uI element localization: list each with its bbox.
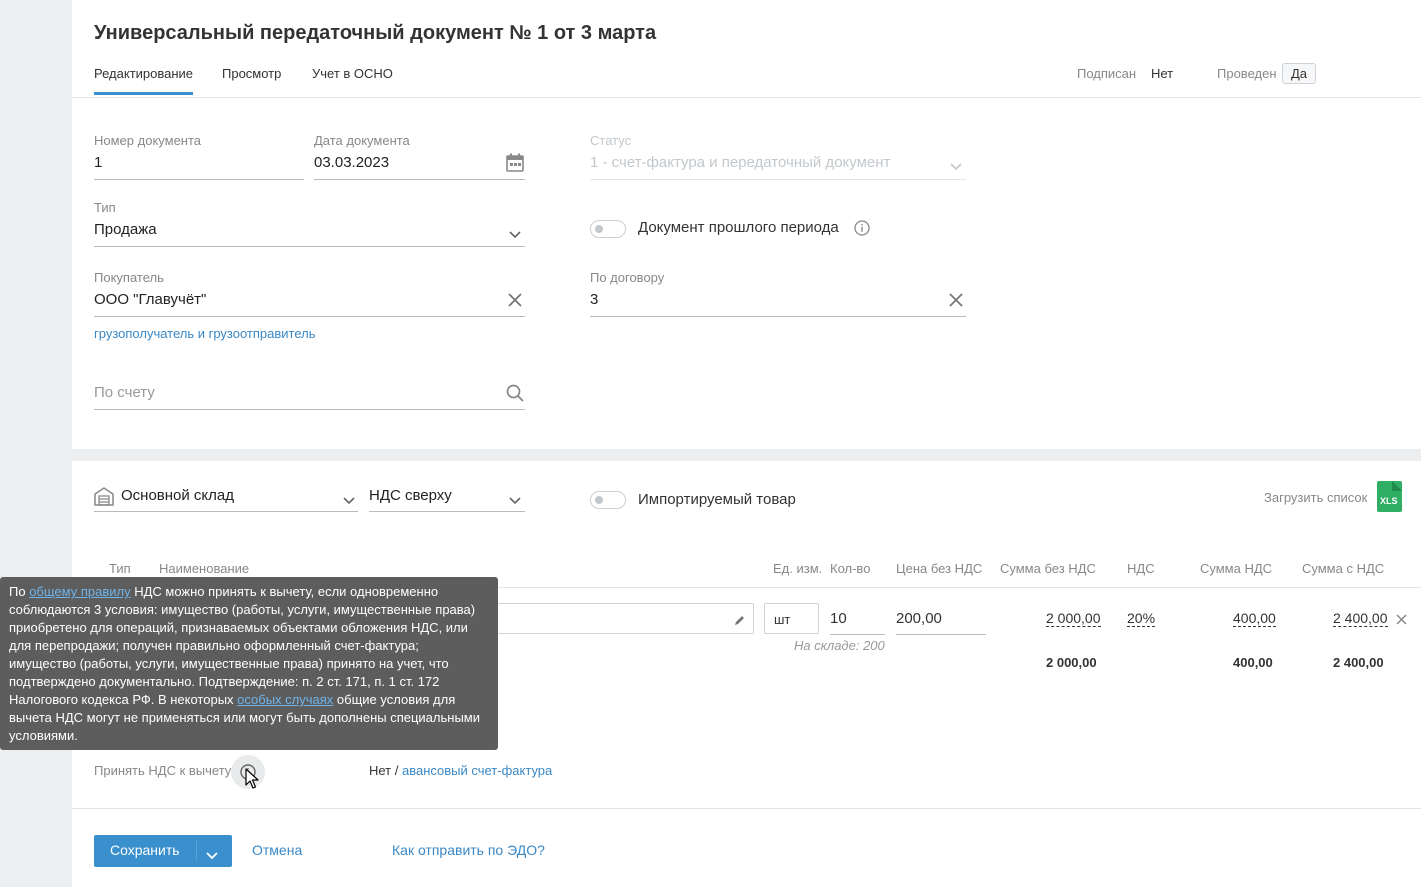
contract-input[interactable]: 3: [590, 291, 598, 308]
unit-input[interactable]: шт: [764, 603, 819, 634]
advance-invoice-link[interactable]: авансовый счет-фактура: [402, 763, 552, 778]
vat-deduction-no[interactable]: Нет: [369, 763, 391, 778]
tooltip-text-2: НДС можно принять к вычету, если одновре…: [9, 584, 476, 707]
vat-mode-underline: [369, 511, 525, 512]
vat-deduction-tooltip: По общему правилу НДС можно принять к вы…: [0, 577, 498, 750]
price-input[interactable]: 200,00: [896, 610, 942, 627]
qty-underline: [830, 634, 885, 635]
vat-deduction-value: Нет / авансовый счет-фактура: [369, 763, 552, 778]
info-icon[interactable]: [854, 220, 870, 239]
col-name: Наименование: [159, 561, 250, 576]
save-button-divider: [196, 841, 197, 861]
doc-number-underline: [94, 179, 304, 180]
remove-row-icon[interactable]: [1396, 612, 1407, 628]
mouse-cursor-icon: [245, 768, 259, 793]
unit-value: шт: [774, 612, 791, 627]
imported-goods-label: Импортируемый товар: [638, 491, 796, 508]
contract-underline: [590, 316, 966, 317]
edo-help-link[interactable]: Как отправить по ЭДО?: [392, 842, 545, 858]
total-sum-no-vat: 2 000,00: [1046, 655, 1097, 670]
upload-list-link[interactable]: Загрузить список: [1264, 490, 1367, 505]
type-underline: [94, 246, 525, 247]
doc-date-label: Дата документа: [314, 133, 410, 148]
invoice-search-input[interactable]: По счету: [94, 384, 155, 401]
status-select: 1 - счет-фактура и передаточный документ: [590, 154, 891, 171]
warehouse-underline: [94, 511, 358, 512]
col-sum-with-vat: Сумма с НДС: [1302, 561, 1385, 576]
sum-no-vat-value[interactable]: 2 000,00: [1046, 610, 1101, 627]
stock-hint: На складе: 200: [794, 638, 885, 653]
consignee-link[interactable]: грузополучатель и грузоотправитель: [94, 326, 316, 341]
vat-mode-select[interactable]: НДС сверху: [369, 487, 452, 504]
signed-label: Подписан: [1077, 66, 1137, 81]
col-vat: НДС: [1127, 561, 1155, 576]
status-label: Статус: [590, 133, 632, 148]
vat-deduction-separator: /: [391, 763, 402, 778]
signed-value[interactable]: Нет: [1151, 66, 1173, 81]
past-period-toggle[interactable]: [590, 220, 626, 238]
doc-date-input[interactable]: 03.03.2023: [314, 154, 389, 171]
chevron-down-icon[interactable]: [509, 226, 521, 242]
buyer-underline: [94, 316, 525, 317]
close-icon[interactable]: [508, 293, 522, 310]
tooltip-link-general-rule[interactable]: общему правилу: [29, 584, 130, 599]
calendar-icon[interactable]: [506, 153, 524, 175]
warehouse-icon: [94, 486, 114, 509]
past-period-label: Документ прошлого периода: [638, 219, 839, 236]
xls-file-icon[interactable]: XLS: [1377, 481, 1402, 512]
total-sum-with-vat: 2 400,00: [1333, 655, 1384, 670]
col-sum-no-vat: Сумма без НДС: [1000, 561, 1096, 576]
save-button[interactable]: Сохранить: [94, 835, 232, 867]
buyer-label: Покупатель: [94, 270, 164, 285]
vat-deduction-label: Принять НДС к вычету: [94, 763, 232, 778]
close-icon[interactable]: [949, 293, 963, 310]
vat-sum-value[interactable]: 400,00: [1233, 610, 1276, 627]
vat-rate-value[interactable]: 20%: [1127, 610, 1156, 627]
posted-toggle[interactable]: Да: [1282, 63, 1317, 84]
buyer-input[interactable]: ООО "Главучёт": [94, 291, 206, 308]
tooltip-link-special-cases[interactable]: особых случаях: [237, 692, 333, 707]
tooltip-text-1: По: [9, 584, 30, 599]
save-button-label: Сохранить: [110, 842, 180, 858]
col-vat-sum: Сумма НДС: [1200, 561, 1273, 576]
imported-goods-toggle[interactable]: [590, 491, 626, 509]
page-title: Универсальный передаточный документ № 1 …: [94, 22, 657, 44]
col-type: Тип: [109, 561, 131, 576]
chevron-down-icon[interactable]: [206, 847, 218, 863]
chevron-down-icon[interactable]: [343, 492, 355, 508]
cancel-link[interactable]: Отмена: [252, 842, 302, 858]
price-underline: [896, 634, 986, 635]
tab-editing[interactable]: Редактирование: [94, 66, 194, 95]
col-price: Цена без НДС: [896, 561, 983, 576]
warehouse-select[interactable]: Основной склад: [121, 487, 234, 504]
contract-label: По договору: [590, 270, 665, 285]
search-icon[interactable]: [506, 384, 524, 405]
col-unit: Ед. изм.: [773, 561, 823, 576]
total-vat-sum: 400,00: [1233, 655, 1273, 670]
xls-label: XLS: [1380, 496, 1398, 506]
sum-with-vat-value[interactable]: 2 400,00: [1333, 610, 1388, 627]
type-select[interactable]: Продажа: [94, 221, 157, 238]
tabs-divider: [72, 97, 1421, 98]
footer-divider: [72, 808, 1421, 809]
invoice-underline: [94, 409, 525, 410]
chevron-down-icon[interactable]: [509, 492, 521, 508]
left-sidebar: [0, 0, 72, 887]
posted-label: Проведен: [1217, 66, 1277, 81]
qty-input[interactable]: 10: [830, 610, 847, 627]
status-underline: [590, 179, 966, 180]
tab-preview[interactable]: Просмотр: [222, 66, 281, 81]
doc-date-underline: [314, 179, 525, 180]
col-qty: Кол-во: [830, 561, 871, 576]
pencil-icon[interactable]: [734, 614, 746, 626]
item-name-input[interactable]: [494, 603, 754, 634]
doc-number-label: Номер документа: [94, 133, 202, 148]
chevron-down-icon: [950, 158, 962, 174]
tab-osno-accounting[interactable]: Учет в ОСНО: [312, 66, 393, 81]
type-label: Тип: [94, 200, 116, 215]
doc-number-input[interactable]: 1: [94, 154, 102, 171]
